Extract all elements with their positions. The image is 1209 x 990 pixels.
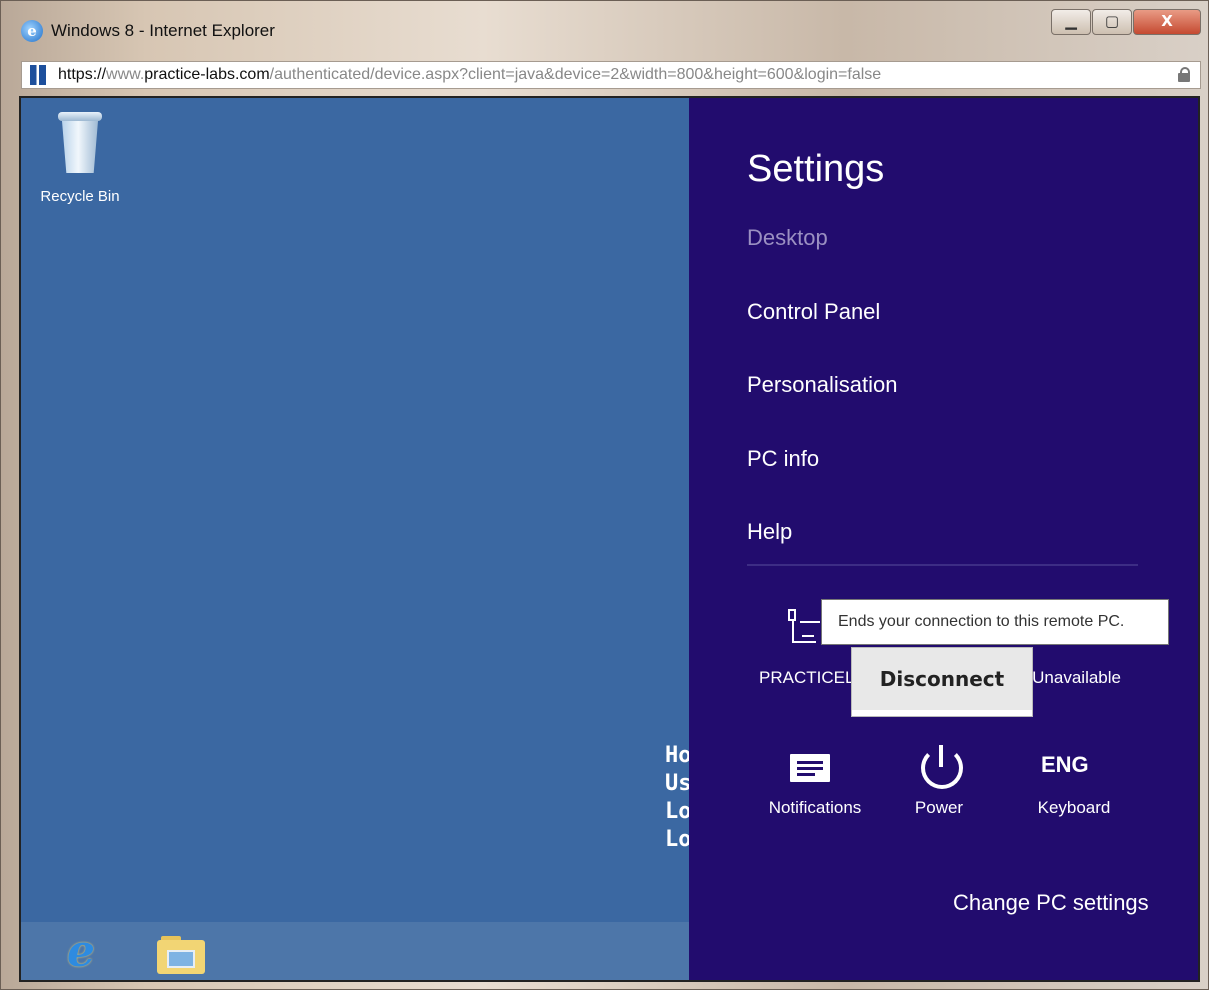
- keyboard-language-icon[interactable]: ENG: [1041, 752, 1089, 778]
- sysinfo-line: Lo: [665, 827, 692, 852]
- notifications-icon[interactable]: [790, 754, 830, 782]
- sysinfo-line: Us: [665, 771, 692, 796]
- settings-title: Settings: [747, 148, 885, 190]
- settings-item-pc-info[interactable]: PC info: [747, 446, 819, 472]
- network-label[interactable]: PRACTICELABS: [759, 668, 855, 688]
- keyboard-label[interactable]: Keyboard: [1019, 798, 1129, 818]
- settings-charm-panel: Settings Desktop Control Panel Personali…: [689, 98, 1198, 980]
- notif-line: [797, 773, 815, 776]
- minimize-button[interactable]: ▁: [1051, 9, 1091, 35]
- network-icon-part: [802, 635, 814, 637]
- network-icon-part: [800, 621, 820, 623]
- window-title: Windows 8 - Internet Explorer: [51, 21, 275, 40]
- close-button[interactable]: X: [1133, 9, 1201, 35]
- url-host: practice-labs.com: [144, 66, 270, 83]
- power-label[interactable]: Power: [899, 798, 979, 818]
- title-bar[interactable]: e Windows 8 - Internet Explorer ▁ ▢ X: [1, 1, 1209, 59]
- notif-line: [797, 767, 823, 770]
- browser-window: e Windows 8 - Internet Explorer ▁ ▢ X ht…: [0, 0, 1209, 990]
- bin-body: [62, 121, 98, 173]
- taskbar: e: [21, 922, 689, 980]
- disconnect-menu: Disconnect: [851, 647, 1033, 717]
- settings-item-control-panel[interactable]: Control Panel: [747, 299, 880, 325]
- file-explorer-taskbar-icon[interactable]: [157, 936, 205, 974]
- ie-logo-icon: e: [21, 20, 43, 42]
- notif-line: [797, 761, 823, 764]
- recycle-bin-shortcut[interactable]: Recycle Bin: [40, 112, 120, 205]
- remote-session-view[interactable]: Recycle Bin Ho Us Lo Lo e Settings Deskt…: [19, 96, 1200, 982]
- settings-item-personalisation[interactable]: Personalisation: [747, 372, 897, 398]
- url-text[interactable]: https://www.practice-labs.com/authentica…: [58, 66, 881, 84]
- disconnect-menu-footer: [852, 710, 1032, 716]
- sysinfo-line: Lo: [665, 799, 692, 824]
- site-favicon-icon: [30, 65, 46, 85]
- settings-divider: [747, 564, 1138, 566]
- url-scheme: https://: [58, 66, 107, 83]
- maximize-button[interactable]: ▢: [1092, 9, 1132, 35]
- recycle-bin-label: Recycle Bin: [40, 188, 120, 205]
- network-icon[interactable]: [786, 607, 820, 647]
- internet-explorer-taskbar-icon[interactable]: e: [67, 930, 107, 974]
- remote-desktop[interactable]: Recycle Bin Ho Us Lo Lo e: [21, 98, 692, 980]
- sysinfo-line: Ho: [665, 743, 692, 768]
- network-icon-part: [792, 641, 816, 643]
- notifications-label[interactable]: Notifications: [755, 798, 875, 818]
- change-pc-settings-link[interactable]: Change PC settings: [953, 890, 1149, 916]
- unavailable-label[interactable]: Unavailable: [1031, 668, 1121, 688]
- power-icon[interactable]: [921, 745, 963, 789]
- network-icon-part: [788, 609, 796, 621]
- settings-item-desktop: Desktop: [747, 225, 828, 250]
- address-bar[interactable]: https://www.practice-labs.com/authentica…: [21, 61, 1201, 89]
- network-icon-part: [792, 621, 794, 643]
- recycle-bin-icon: [58, 112, 102, 173]
- folder-window: [167, 950, 195, 968]
- url-path: /authenticated/device.aspx?client=java&d…: [269, 66, 882, 83]
- settings-item-help[interactable]: Help: [747, 519, 792, 545]
- power-bar: [939, 745, 943, 767]
- bin-lid: [58, 112, 102, 121]
- disconnect-button[interactable]: Disconnect: [852, 648, 1032, 710]
- system-info-overlay: Ho Us Lo Lo: [665, 742, 692, 854]
- url-host-pre: www.: [106, 66, 145, 83]
- disconnect-tooltip: Ends your connection to this remote PC.: [821, 599, 1169, 645]
- lock-body: [1178, 73, 1190, 82]
- lock-icon[interactable]: [1178, 67, 1190, 82]
